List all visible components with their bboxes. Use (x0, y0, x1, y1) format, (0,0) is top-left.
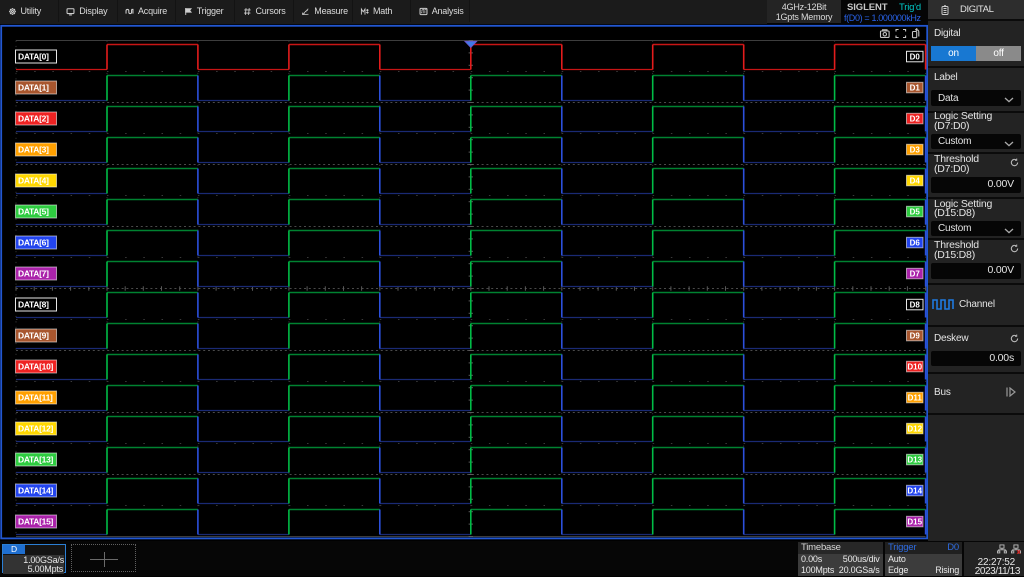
svg-text:D8: D8 (910, 300, 921, 309)
svg-text:DATA[0]: DATA[0] (18, 52, 49, 62)
svg-text:D4: D4 (910, 176, 921, 185)
svg-text:D10: D10 (907, 362, 922, 371)
svg-text:DATA[13]: DATA[13] (18, 455, 54, 465)
svg-text:DATA[7]: DATA[7] (18, 269, 49, 279)
svg-text:D1: D1 (910, 83, 921, 92)
svg-text:DATA[2]: DATA[2] (18, 114, 49, 124)
svg-text:DATA[5]: DATA[5] (18, 207, 49, 217)
svg-text:DATA[11]: DATA[11] (18, 393, 53, 403)
svg-text:D7: D7 (910, 269, 921, 278)
svg-text:DATA[4]: DATA[4] (18, 176, 49, 186)
svg-text:D12: D12 (907, 424, 922, 433)
svg-text:D13: D13 (907, 455, 922, 464)
svg-text:D5: D5 (910, 207, 921, 216)
svg-text:DATA[8]: DATA[8] (18, 300, 49, 310)
svg-text:D15: D15 (907, 517, 922, 526)
svg-text:DATA[12]: DATA[12] (18, 424, 54, 434)
svg-text:DATA[15]: DATA[15] (18, 517, 54, 527)
svg-text:DATA[3]: DATA[3] (18, 145, 49, 155)
svg-text:DATA[10]: DATA[10] (18, 362, 54, 372)
svg-text:D2: D2 (910, 114, 921, 123)
svg-text:D14: D14 (907, 486, 922, 495)
svg-text:DATA[1]: DATA[1] (18, 83, 49, 93)
svg-text:D3: D3 (910, 145, 921, 154)
svg-text:D6: D6 (910, 238, 921, 247)
svg-text:D9: D9 (910, 331, 921, 340)
svg-text:D11: D11 (908, 393, 923, 402)
svg-text:DATA[14]: DATA[14] (18, 486, 54, 496)
svg-text:DATA[6]: DATA[6] (18, 238, 49, 248)
svg-text:x: x (1017, 547, 1021, 553)
svg-text:D0: D0 (910, 52, 921, 61)
svg-text:DATA[9]: DATA[9] (18, 331, 49, 341)
